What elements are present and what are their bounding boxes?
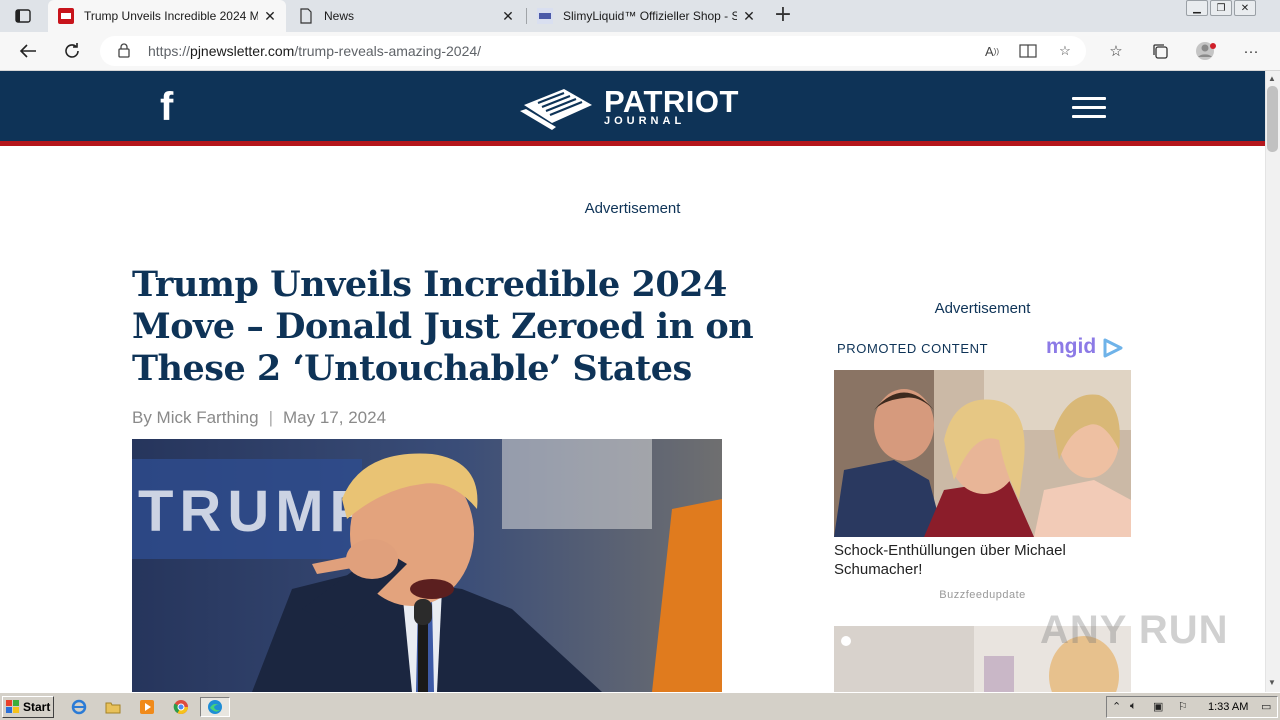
window-controls: ▁ ❐ ✕	[1184, 0, 1256, 18]
tab-title: Trump Unveils Incredible 2024 Mo	[84, 9, 258, 23]
start-label: Start	[23, 700, 51, 714]
internet-explorer-icon[interactable]	[68, 697, 90, 717]
facebook-icon[interactable]: f	[160, 87, 188, 127]
taskbar: Start ⌃ 🔈︎ ▣ ⚐ 1:33 AM ▭	[0, 692, 1280, 720]
tab-slimyliquid[interactable]: SlimyLiquid™ Offizieller Shop - Sl ✕	[527, 0, 765, 32]
scroll-down-icon[interactable]: ▼	[1268, 678, 1276, 687]
anyrun-watermark: ANY RUN	[1040, 608, 1229, 652]
close-tab-icon[interactable]: ✕	[262, 8, 278, 24]
browser-toolbar: https://pjnewsletter.com/trump-reveals-a…	[0, 32, 1280, 71]
scroll-up-icon[interactable]: ▲	[1268, 74, 1276, 83]
site-header: f PATRIOT JOURNAL	[0, 71, 1265, 141]
windows-logo-icon	[6, 700, 19, 713]
read-aloud-icon[interactable]: A))	[982, 42, 1002, 60]
media-player-icon[interactable]	[136, 697, 158, 717]
mgid-logo[interactable]: mgid	[1046, 335, 1096, 359]
promoted-content-label: PROMOTED CONTENT	[837, 341, 989, 356]
tab-title: SlimyLiquid™ Offizieller Shop - Sl	[563, 9, 737, 23]
ad-choices-icon[interactable]	[1102, 338, 1124, 358]
url-text[interactable]: https://pjnewsletter.com/trump-reveals-a…	[148, 43, 481, 59]
close-window-icon[interactable]: ✕	[1234, 0, 1256, 16]
article-hero-image: TRUMP	[132, 439, 722, 692]
tab-strip: Trump Unveils Incredible 2024 Mo ✕ News …	[0, 0, 1280, 32]
page-icon	[298, 8, 314, 24]
volume-icon[interactable]: 🔈︎	[1130, 700, 1137, 713]
file-explorer-icon[interactable]	[102, 697, 124, 717]
lock-icon[interactable]	[118, 43, 130, 63]
promo-title[interactable]: Schock-Enthüllungen über Michael Schumac…	[834, 541, 1131, 579]
tab-article[interactable]: Trump Unveils Incredible 2024 Mo ✕	[48, 0, 286, 32]
profile-avatar[interactable]	[1195, 40, 1217, 62]
patriot-journal-favicon	[58, 8, 74, 24]
minimize-icon[interactable]: ▁	[1186, 0, 1208, 16]
collections-icon[interactable]	[1149, 40, 1171, 62]
clock[interactable]: 1:33 AM	[1208, 701, 1248, 713]
add-favorite-icon[interactable]: ☆	[1055, 42, 1075, 60]
url-host: pjnewsletter.com	[190, 43, 295, 59]
author[interactable]: By Mick Farthing	[132, 408, 259, 427]
tab-news[interactable]: News ✕	[288, 0, 524, 32]
back-icon[interactable]	[17, 40, 39, 62]
close-tab-icon[interactable]: ✕	[500, 8, 516, 24]
close-tab-icon[interactable]: ✕	[741, 8, 757, 24]
new-tab-icon[interactable]: +	[772, 4, 794, 27]
restore-icon[interactable]: ❐	[1210, 0, 1232, 16]
url-scheme: https://	[148, 43, 191, 59]
refresh-icon[interactable]	[61, 40, 83, 62]
edge-taskbar-icon[interactable]	[200, 697, 230, 717]
brand-subtitle: JOURNAL	[604, 115, 686, 127]
patriot-journal-logo[interactable]: PATRIOT JOURNAL	[518, 83, 748, 133]
page-scrollbar[interactable]	[1265, 71, 1280, 692]
byline-separator: |	[268, 408, 274, 427]
url-path: /trump-reveals-amazing-2024/	[294, 43, 482, 59]
header-accent-bar	[0, 141, 1265, 146]
action-center-flag-icon[interactable]: ⚐	[1178, 700, 1188, 713]
publish-date: May 17, 2024	[283, 408, 387, 427]
favorites-icon[interactable]: ☆	[1105, 40, 1127, 62]
promo-source: Buzzfeedupdate	[939, 589, 1026, 601]
menu-icon[interactable]	[1072, 97, 1106, 121]
address-bar[interactable]: https://pjnewsletter.com/trump-reveals-a…	[100, 36, 1086, 66]
show-desktop-icon[interactable]: ▭	[1261, 700, 1271, 713]
scrollbar-thumb[interactable]	[1267, 86, 1278, 152]
tab-actions-icon[interactable]	[10, 6, 36, 26]
byline: By Mick Farthing | May 17, 2024	[132, 408, 386, 428]
slimyliquid-favicon	[537, 8, 553, 24]
sidebar-advertisement-label: Advertisement	[934, 300, 1031, 317]
promo-image[interactable]	[834, 370, 1131, 537]
tab-title: News	[324, 9, 355, 23]
immersive-reader-icon[interactable]	[1018, 42, 1038, 60]
network-icon[interactable]: ▣	[1153, 700, 1163, 713]
article-headline: Trump Unveils Incredible 2024 Move – Don…	[132, 264, 754, 389]
advertisement-label: Advertisement	[584, 200, 681, 217]
start-button[interactable]: Start	[2, 696, 54, 718]
show-hidden-icons-icon[interactable]: ⌃	[1112, 700, 1121, 713]
more-options-icon[interactable]: ···	[1240, 40, 1262, 62]
chrome-icon[interactable]	[170, 697, 192, 717]
newspaper-icon	[520, 89, 592, 130]
svg-text:TRUMP: TRUMP	[138, 479, 374, 544]
